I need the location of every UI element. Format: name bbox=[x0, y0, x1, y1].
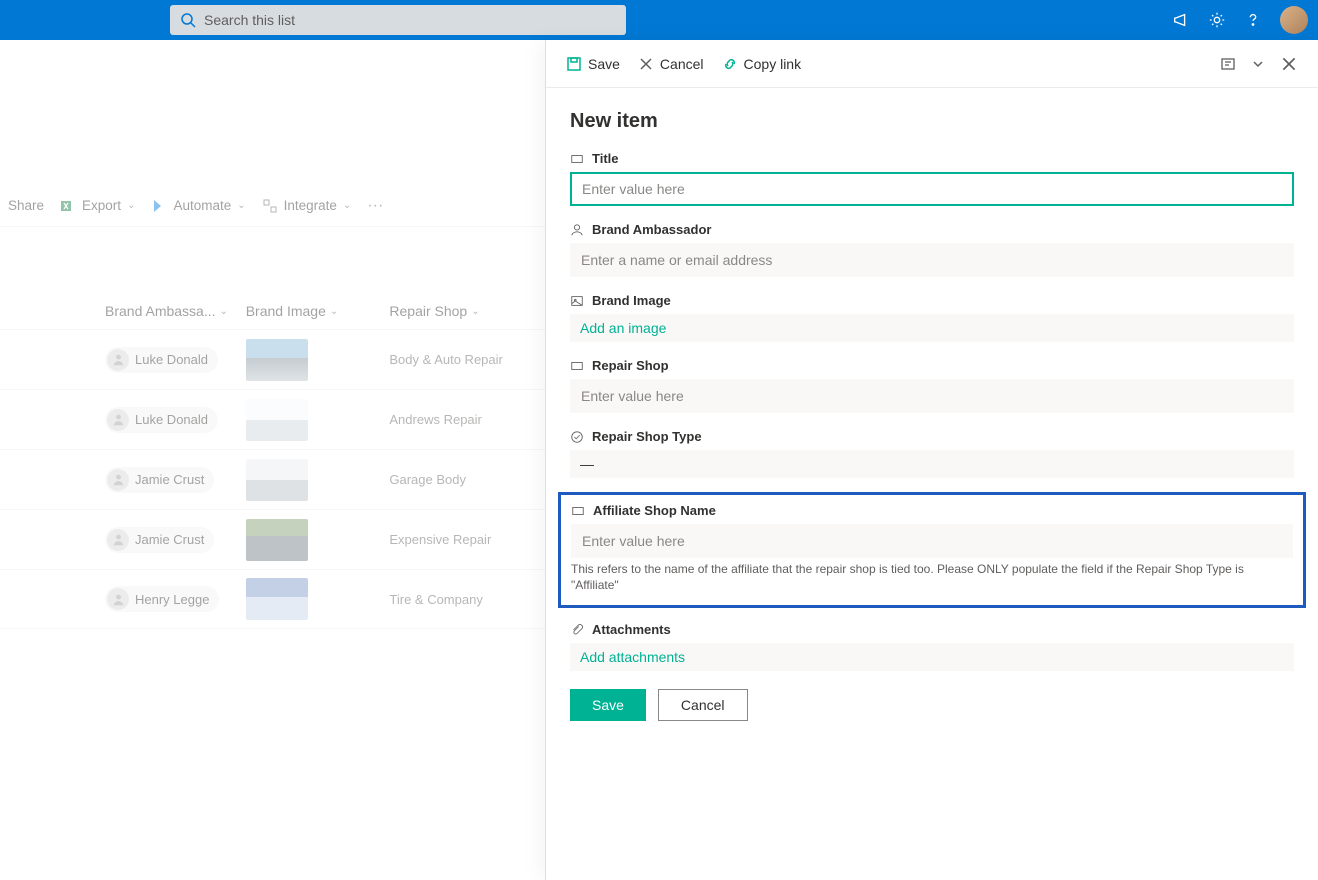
flow-icon bbox=[151, 198, 167, 214]
panel-commandbar: Save Cancel Copy link bbox=[546, 40, 1318, 88]
panel-copylink[interactable]: Copy link bbox=[722, 56, 802, 72]
person-icon bbox=[570, 223, 584, 237]
person-avatar-icon bbox=[107, 409, 129, 431]
affiliate-hint: This refers to the name of the affiliate… bbox=[571, 562, 1293, 593]
chevron-down-icon[interactable] bbox=[1250, 56, 1266, 72]
person-name: Luke Donald bbox=[135, 412, 208, 427]
person-avatar-icon bbox=[107, 529, 129, 551]
link-icon bbox=[722, 56, 738, 72]
shop-cell: Tire & Company bbox=[389, 592, 537, 607]
user-avatar[interactable] bbox=[1280, 6, 1308, 34]
column-shop[interactable]: Repair Shop ⌄ bbox=[389, 303, 537, 319]
person-pill[interactable]: Jamie Crust bbox=[105, 527, 214, 553]
table-row[interactable]: Luke Donald Body & Auto Repair bbox=[0, 329, 545, 389]
input-title[interactable] bbox=[570, 172, 1294, 206]
shop-cell: Body & Auto Repair bbox=[389, 352, 537, 367]
more-commands[interactable]: ··· bbox=[367, 197, 383, 215]
person-pill[interactable]: Luke Donald bbox=[105, 407, 218, 433]
grid-header: Brand Ambassa... ⌄ Brand Image ⌄ Repair … bbox=[0, 227, 545, 329]
search-input[interactable] bbox=[204, 12, 616, 28]
integrate-icon bbox=[262, 198, 278, 214]
label-shop: Repair Shop bbox=[592, 358, 669, 373]
person-avatar-icon bbox=[107, 349, 129, 371]
close-panel[interactable] bbox=[1280, 55, 1298, 73]
panel-cancel[interactable]: Cancel bbox=[638, 56, 704, 72]
person-pill[interactable]: Henry Legge bbox=[105, 586, 219, 612]
person-name: Luke Donald bbox=[135, 352, 208, 367]
chevron-down-icon: ⌄ bbox=[220, 306, 228, 317]
label-affiliate: Affiliate Shop Name bbox=[593, 503, 716, 518]
panel-save[interactable]: Save bbox=[566, 56, 620, 72]
search-box[interactable] bbox=[170, 5, 626, 35]
text-icon bbox=[571, 504, 585, 518]
brand-image-thumb[interactable] bbox=[246, 339, 308, 381]
export-command[interactable]: Export⌄ bbox=[60, 198, 135, 214]
input-shop[interactable] bbox=[570, 379, 1294, 413]
chevron-down-icon: ⌄ bbox=[237, 200, 245, 211]
command-bar: Share Export⌄ Automate⌄ Integrate⌄ ··· bbox=[0, 185, 545, 227]
person-name: Henry Legge bbox=[135, 592, 209, 607]
share-command[interactable]: Share bbox=[8, 198, 44, 213]
new-item-panel: Save Cancel Copy link New item Title Bra… bbox=[545, 40, 1318, 880]
label-attachments: Attachments bbox=[592, 622, 671, 637]
table-row[interactable]: Henry Legge Tire & Company bbox=[0, 569, 545, 629]
integrate-command[interactable]: Integrate⌄ bbox=[262, 198, 352, 214]
table-row[interactable]: Jamie Crust Expensive Repair bbox=[0, 509, 545, 569]
person-pill[interactable]: Jamie Crust bbox=[105, 467, 214, 493]
label-title: Title bbox=[592, 151, 619, 166]
person-avatar-icon bbox=[107, 588, 129, 610]
chevron-down-icon: ⌄ bbox=[471, 306, 479, 317]
choice-icon bbox=[570, 430, 584, 444]
person-pill[interactable]: Luke Donald bbox=[105, 347, 218, 373]
save-icon bbox=[566, 56, 582, 72]
cancel-button[interactable]: Cancel bbox=[658, 689, 748, 721]
table-row[interactable]: Jamie Crust Garage Body bbox=[0, 449, 545, 509]
label-ambassador: Brand Ambassador bbox=[592, 222, 711, 237]
column-image[interactable]: Brand Image ⌄ bbox=[246, 303, 390, 319]
attachment-icon bbox=[570, 623, 584, 637]
person-avatar-icon bbox=[107, 469, 129, 491]
gear-icon[interactable] bbox=[1208, 11, 1226, 29]
add-attachments-link[interactable]: Add attachments bbox=[570, 643, 1294, 671]
brand-image-thumb[interactable] bbox=[246, 519, 308, 561]
input-affiliate[interactable] bbox=[571, 524, 1293, 558]
label-image: Brand Image bbox=[592, 293, 671, 308]
image-icon bbox=[570, 294, 584, 308]
shop-cell: Garage Body bbox=[389, 472, 537, 487]
person-name: Jamie Crust bbox=[135, 532, 204, 547]
text-icon bbox=[570, 152, 584, 166]
excel-icon bbox=[60, 198, 76, 214]
input-type[interactable]: — bbox=[570, 450, 1294, 478]
column-ambassador[interactable]: Brand Ambassa... ⌄ bbox=[105, 303, 246, 319]
help-icon[interactable] bbox=[1244, 11, 1262, 29]
close-icon bbox=[638, 56, 654, 72]
add-image-link[interactable]: Add an image bbox=[570, 314, 1294, 342]
chevron-down-icon: ⌄ bbox=[343, 200, 351, 211]
search-icon bbox=[180, 12, 196, 28]
highlighted-affiliate-section: Affiliate Shop Name This refers to the n… bbox=[558, 492, 1306, 608]
form-customize[interactable] bbox=[1220, 56, 1236, 72]
input-ambassador[interactable] bbox=[570, 243, 1294, 277]
panel-title: New item bbox=[570, 110, 1294, 133]
table-row[interactable]: Luke Donald Andrews Repair bbox=[0, 389, 545, 449]
label-type: Repair Shop Type bbox=[592, 429, 702, 444]
suite-bar bbox=[0, 0, 1318, 40]
list-background: Share Export⌄ Automate⌄ Integrate⌄ ··· B… bbox=[0, 40, 545, 880]
chevron-down-icon: ⌄ bbox=[127, 200, 135, 211]
chevron-down-icon: ⌄ bbox=[330, 306, 338, 317]
megaphone-icon[interactable] bbox=[1172, 11, 1190, 29]
save-button[interactable]: Save bbox=[570, 689, 646, 721]
brand-image-thumb[interactable] bbox=[246, 399, 308, 441]
shop-cell: Expensive Repair bbox=[389, 532, 537, 547]
brand-image-thumb[interactable] bbox=[246, 578, 308, 620]
automate-command[interactable]: Automate⌄ bbox=[151, 198, 245, 214]
shop-cell: Andrews Repair bbox=[389, 412, 537, 427]
text-icon bbox=[570, 359, 584, 373]
brand-image-thumb[interactable] bbox=[246, 459, 308, 501]
person-name: Jamie Crust bbox=[135, 472, 204, 487]
